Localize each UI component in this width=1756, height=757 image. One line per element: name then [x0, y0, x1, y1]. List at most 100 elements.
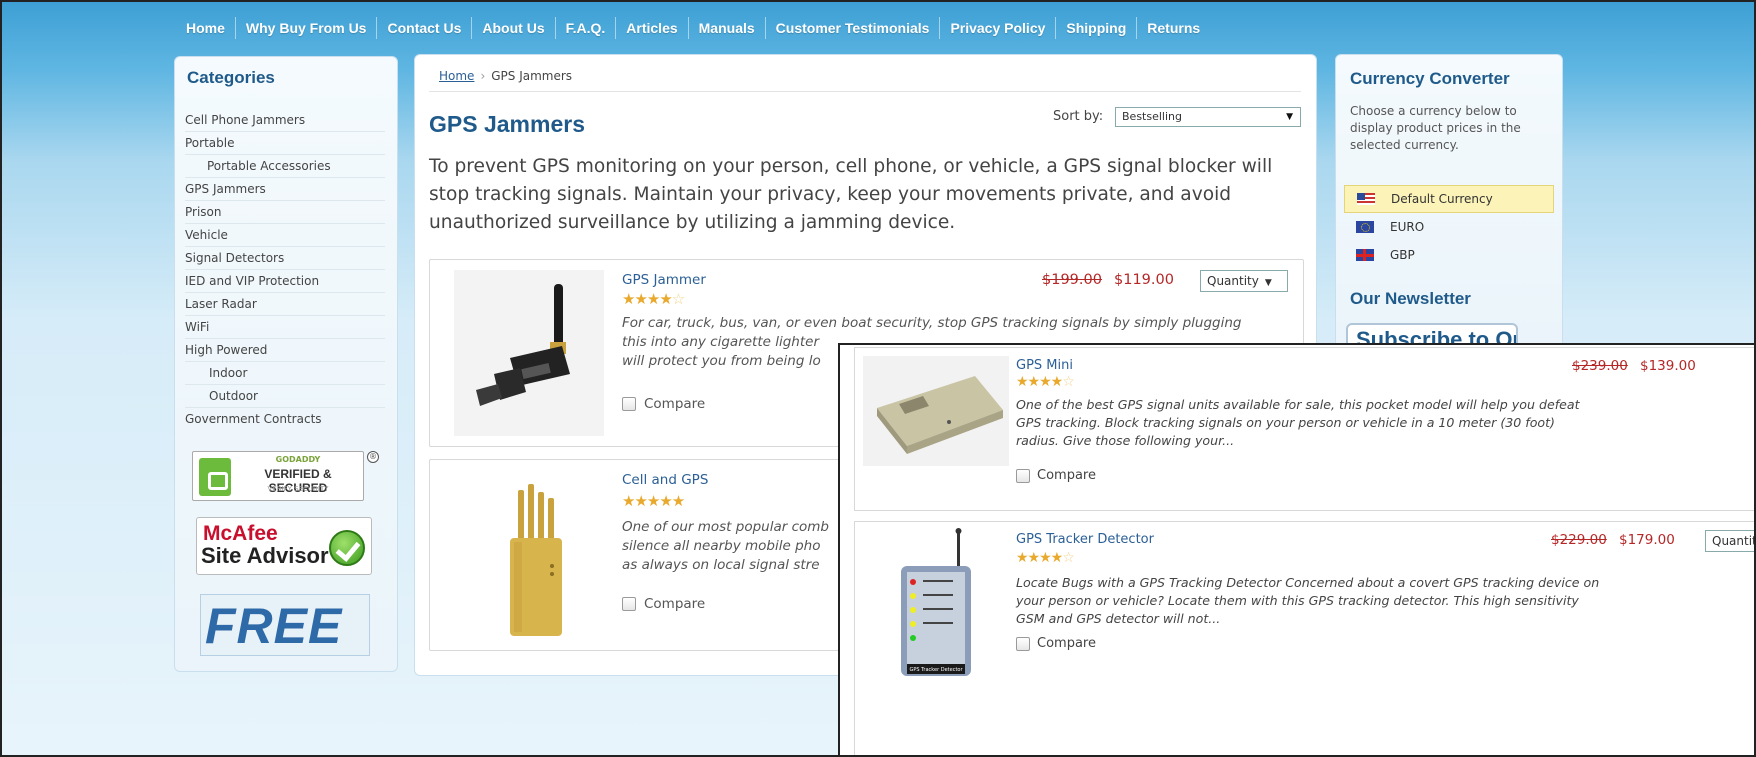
product-description: Locate Bugs with a GPS Tracking Detector… [1016, 574, 1756, 628]
category-laser-radar[interactable]: Laser Radar [185, 293, 385, 316]
compare-checkbox[interactable] [622, 397, 636, 411]
currency-option-default[interactable]: Default Currency [1344, 185, 1554, 213]
description-line: GPS tracking. Block tracking signals on … [1016, 415, 1555, 430]
divider [429, 91, 1301, 92]
star-icon: ★★★★★ [622, 492, 685, 510]
rating-stars: ★★★★☆ [1016, 374, 1075, 390]
quantity-select[interactable]: Quantity ▼ [1200, 270, 1288, 292]
newsletter-title: Our Newsletter [1350, 289, 1471, 308]
compare-checkbox[interactable] [1016, 636, 1030, 651]
product-name[interactable]: GPS Tracker Detector [1016, 532, 1154, 547]
category-cell-phone-jammers[interactable]: Cell Phone Jammers [185, 109, 385, 132]
star-empty-icon: ☆ [1062, 374, 1075, 390]
nav-why-buy[interactable]: Why Buy From Us [236, 20, 377, 36]
category-indoor[interactable]: Indoor [185, 362, 385, 385]
currency-option-gbp[interactable]: GBP [1344, 241, 1554, 269]
breadcrumb-separator-icon: › [480, 69, 486, 83]
mcafee-siteadvisor-badge[interactable]: McAfee Site Advisor [196, 517, 372, 575]
product-image-gps-mini[interactable] [863, 356, 1009, 466]
categories-sidebar: Categories Cell Phone Jammers Portable P… [174, 56, 398, 672]
compare-option: Compare [1016, 468, 1096, 483]
category-intro: To prevent GPS monitoring on your person… [429, 156, 1273, 233]
currency-label: Default Currency [1391, 192, 1493, 206]
page-title: GPS Jammers [429, 111, 585, 137]
sort-selected-value: Bestselling [1122, 110, 1182, 123]
currency-list: Default Currency EURO GBP [1344, 185, 1554, 269]
star-icon: ★★★★ [622, 290, 673, 308]
nav-about[interactable]: About Us [472, 20, 554, 36]
product-image-cell-and-gps[interactable] [454, 470, 604, 640]
star-icon: ★★★★ [1016, 374, 1063, 390]
nav-shipping[interactable]: Shipping [1056, 20, 1136, 36]
product-name[interactable]: GPS Jammer [622, 272, 706, 288]
compare-option: Compare [622, 396, 705, 412]
nav-home[interactable]: Home [186, 20, 235, 36]
product-card: GPS Tracker Detector GPS Tracker Detecto… [854, 521, 1756, 757]
description-line: For car, truck, bus, van, or even boat s… [622, 315, 1242, 331]
description-line: radius. Give those following your... [1016, 433, 1235, 448]
category-high-powered[interactable]: High Powered [185, 339, 385, 362]
godaddy-label: GODADDY [275, 455, 321, 464]
product-name[interactable]: Cell and GPS [622, 472, 708, 488]
nav-privacy[interactable]: Privacy Policy [940, 20, 1055, 36]
product-image-gps-tracker-detector[interactable]: GPS Tracker Detector [863, 528, 1009, 678]
checkmark-icon [329, 530, 365, 566]
compare-checkbox[interactable] [622, 597, 636, 611]
product-card: GPS Mini ★★★★☆ One of the best GPS signa… [854, 347, 1756, 511]
category-outdoor[interactable]: Outdoor [185, 385, 385, 408]
star-icon: ★★★★ [1016, 550, 1063, 566]
sale-price: $119.00 [1114, 272, 1174, 288]
category-portable[interactable]: Portable [185, 132, 385, 155]
nav-returns[interactable]: Returns [1137, 20, 1210, 36]
lock-icon [199, 458, 231, 496]
currency-option-euro[interactable]: EURO [1344, 213, 1554, 241]
compare-option: Compare [622, 596, 705, 612]
nav-manuals[interactable]: Manuals [689, 20, 765, 36]
sort-label: Sort by: [1053, 109, 1104, 124]
nav-contact[interactable]: Contact Us [377, 20, 471, 36]
sort-select[interactable]: Bestselling ▼ [1115, 107, 1301, 127]
category-ied-vip-protection[interactable]: IED and VIP Protection [185, 270, 385, 293]
category-prison[interactable]: Prison [185, 201, 385, 224]
product-description: One of the best GPS signal units availab… [1016, 396, 1756, 450]
star-empty-icon: ☆ [1062, 550, 1075, 566]
product-name[interactable]: GPS Mini [1016, 358, 1073, 373]
quantity-label: Quantity [1207, 274, 1259, 288]
category-vehicle[interactable]: Vehicle [185, 224, 385, 247]
original-price: $239.00 [1572, 358, 1628, 374]
description-line: your person or vehicle? Locate them with… [1016, 593, 1579, 608]
category-government-contracts[interactable]: Government Contracts [185, 408, 385, 431]
category-wifi[interactable]: WiFi [185, 316, 385, 339]
breadcrumb: Home › GPS Jammers [439, 69, 572, 83]
nav-faq[interactable]: F.A.Q. [556, 20, 616, 36]
currency-note: Choose a currency below to display produ… [1350, 104, 1521, 152]
product-image-gps-jammer[interactable] [454, 270, 604, 436]
siteadvisor-label: Site Advisor [201, 543, 329, 568]
category-signal-detectors[interactable]: Signal Detectors [185, 247, 385, 270]
description-line: One of the best GPS signal units availab… [1016, 397, 1580, 412]
currency-converter-title: Currency Converter [1350, 69, 1510, 88]
sale-price: $139.00 [1640, 358, 1696, 374]
godaddy-verified-badge[interactable]: GODADDY VERIFIED & SECURED VERIFY SECURI… [192, 451, 364, 501]
description-line: Locate Bugs with a GPS Tracking Detector… [1016, 575, 1600, 590]
category-gps-jammers[interactable]: GPS Jammers [185, 178, 385, 201]
dropdown-arrow-icon: ▼ [1264, 278, 1272, 288]
nav-articles[interactable]: Articles [616, 20, 687, 36]
quantity-label: Quantity [1712, 534, 1756, 548]
free-shipping-badge[interactable]: FREE [200, 594, 370, 656]
nav-testimonials[interactable]: Customer Testimonials [766, 20, 940, 36]
compare-label: Compare [1037, 468, 1096, 483]
currency-sidebar: Currency Converter Choose a currency bel… [1335, 54, 1563, 357]
category-list: Cell Phone Jammers Portable Portable Acc… [185, 109, 385, 431]
original-price: $229.00 [1551, 532, 1607, 548]
uk-flag-icon [1356, 249, 1374, 261]
category-portable-accessories[interactable]: Portable Accessories [185, 155, 385, 178]
description-line: GSM and GPS detector will not... [1016, 611, 1221, 626]
compare-checkbox[interactable] [1016, 468, 1030, 483]
zoomed-product-overlay: GPS Mini ★★★★☆ One of the best GPS signa… [838, 343, 1756, 757]
breadcrumb-home[interactable]: Home [439, 69, 474, 83]
registered-icon: ® [367, 451, 379, 463]
compare-label: Compare [644, 396, 706, 412]
star-empty-icon: ☆ [671, 290, 685, 308]
quantity-select[interactable]: Quantity [1705, 530, 1756, 552]
